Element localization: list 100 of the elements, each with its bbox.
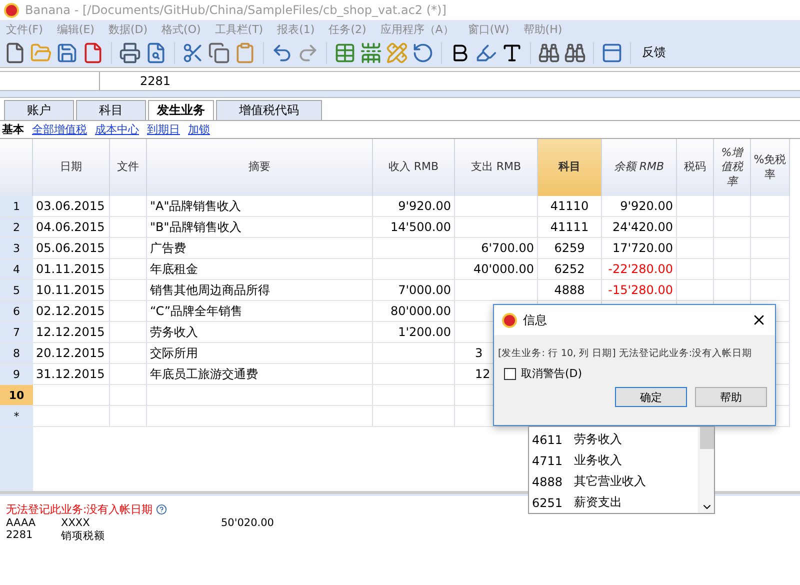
table-cell: 40'000.00 <box>455 259 538 280</box>
table-cell <box>110 238 147 259</box>
error-message: 无法登记此业务:没有入帐日期 <box>6 502 153 517</box>
table-cell <box>110 406 147 427</box>
table-cell: 17'720.00 <box>602 238 677 259</box>
find-next-icon[interactable] <box>564 42 586 64</box>
search-icon[interactable] <box>538 42 560 64</box>
checkbox[interactable] <box>504 368 516 380</box>
refresh-icon[interactable] <box>412 42 434 64</box>
table-cell: 劳务收入 <box>147 322 373 343</box>
view-link[interactable]: 基本 <box>2 122 24 137</box>
redo-icon[interactable] <box>297 42 319 64</box>
print-icon[interactable] <box>119 42 141 64</box>
dialog-button[interactable]: 帮助 <box>695 387 767 407</box>
dialog-button[interactable]: 确定 <box>615 387 687 407</box>
table-cell: 交际所用 <box>147 343 373 364</box>
table-cell: 年底租金 <box>147 259 373 280</box>
highlighter-icon[interactable] <box>475 42 497 64</box>
scrollbar-thumb[interactable] <box>700 427 714 449</box>
copy-icon[interactable] <box>208 42 230 64</box>
table-cell <box>751 217 790 238</box>
info-name: XXXX <box>61 517 91 529</box>
table-cell: 9'920.00 <box>373 196 455 217</box>
table-cell <box>677 259 714 280</box>
column-header[interactable]: 收入 RMB <box>373 139 455 196</box>
table-cell: 12.12.2015 <box>33 322 110 343</box>
table-cell <box>677 217 714 238</box>
cell-value-field[interactable]: 2281 <box>100 72 800 90</box>
column-header[interactable]: 科目 <box>538 139 602 196</box>
table-cell <box>714 196 751 217</box>
table-cell <box>110 343 147 364</box>
table-cell <box>677 238 714 259</box>
window-title: Banana - [/Documents/GitHub/China/SampleFiles/cb_shop_vat.ac2 (*)] <box>25 3 446 17</box>
tab[interactable]: 增值税代码 <box>216 100 322 120</box>
table-cell: 80'000.00 <box>373 301 455 322</box>
list-item[interactable]: 6251 薪资支出 <box>529 492 698 513</box>
table-cell <box>110 322 147 343</box>
scrollbar[interactable] <box>698 427 714 513</box>
table-cell <box>714 280 751 301</box>
view-link[interactable]: 全部增值税 <box>32 122 87 137</box>
info-name: 销项税额 <box>61 529 106 543</box>
info-amount: 50'020.00 <box>221 517 275 529</box>
save-icon[interactable] <box>56 42 78 64</box>
table-cell: 41111 <box>538 217 602 238</box>
table-cell <box>714 259 751 280</box>
list-item[interactable]: 4711 业务收入 <box>529 450 698 471</box>
cut-icon[interactable] <box>182 42 204 64</box>
tab[interactable]: 科目 <box>76 100 146 120</box>
table-cell: 14'500.00 <box>373 217 455 238</box>
undo-icon[interactable] <box>271 42 293 64</box>
column-header[interactable]: 文件 <box>110 139 147 196</box>
help-icon[interactable] <box>156 504 167 515</box>
table-cell: 6259 <box>538 238 602 259</box>
column-header[interactable]: %增值税率 <box>714 139 751 196</box>
table-cell <box>714 217 751 238</box>
info-code: AAAA <box>6 517 37 529</box>
tab[interactable]: 发生业务 <box>148 100 214 120</box>
pdf-icon[interactable] <box>82 42 104 64</box>
table-cell: 4888 <box>538 280 602 301</box>
table-cell <box>110 301 147 322</box>
list-item[interactable]: 4611 劳务收入 <box>529 429 698 450</box>
table-cell: “C”品牌全年销售 <box>147 301 373 322</box>
table-cell: 10.11.2015 <box>33 280 110 301</box>
table-cell: 02.12.2015 <box>33 301 110 322</box>
table-cell: 6252 <box>538 259 602 280</box>
table-cell: 广告费 <box>147 238 373 259</box>
column-header[interactable]: 税码 <box>677 139 714 196</box>
feedback-button[interactable]: 反馈 <box>638 44 670 61</box>
column-header[interactable]: 余额 RMB <box>602 139 677 196</box>
app-logo-icon <box>502 312 517 328</box>
table-cell: "B"品牌销售收入 <box>147 217 373 238</box>
table-cell: "A"品牌销售收入 <box>147 196 373 217</box>
column-header[interactable]: %免税率 <box>751 139 790 196</box>
column-header[interactable]: 支出 RMB <box>455 139 538 196</box>
table-cell: 销售其他周边商品所得 <box>147 280 373 301</box>
list-item[interactable]: 4888 其它营业收入 <box>529 471 698 492</box>
table-cell: 7'000.00 <box>373 280 455 301</box>
table-cell <box>751 280 790 301</box>
dialog-title: 信息 <box>523 312 548 328</box>
column-header[interactable]: 日期 <box>33 139 110 196</box>
column-header[interactable]: 摘要 <box>147 139 373 196</box>
view-link[interactable]: 成本中心 <box>95 122 139 137</box>
paste-icon[interactable] <box>234 42 256 64</box>
view-link[interactable]: 加锁 <box>188 122 210 137</box>
new-document-icon[interactable] <box>4 42 26 64</box>
table-cell <box>110 280 147 301</box>
row-number: 10 <box>0 385 33 406</box>
table-cell: 05.06.2015 <box>33 238 110 259</box>
table-cell <box>110 364 147 385</box>
info-code: 2281 <box>6 529 34 543</box>
tab[interactable]: 账户 <box>4 100 74 120</box>
table-cell: 24'420.00 <box>602 217 677 238</box>
print-preview-icon[interactable] <box>145 42 167 64</box>
window-icon[interactable] <box>601 42 623 64</box>
table-cell <box>677 280 714 301</box>
view-link[interactable]: 到期日 <box>147 122 180 137</box>
table-cell: 41110 <box>538 196 602 217</box>
table-cell: 01.11.2015 <box>33 259 110 280</box>
table-cell <box>677 196 714 217</box>
table-cell <box>110 259 147 280</box>
